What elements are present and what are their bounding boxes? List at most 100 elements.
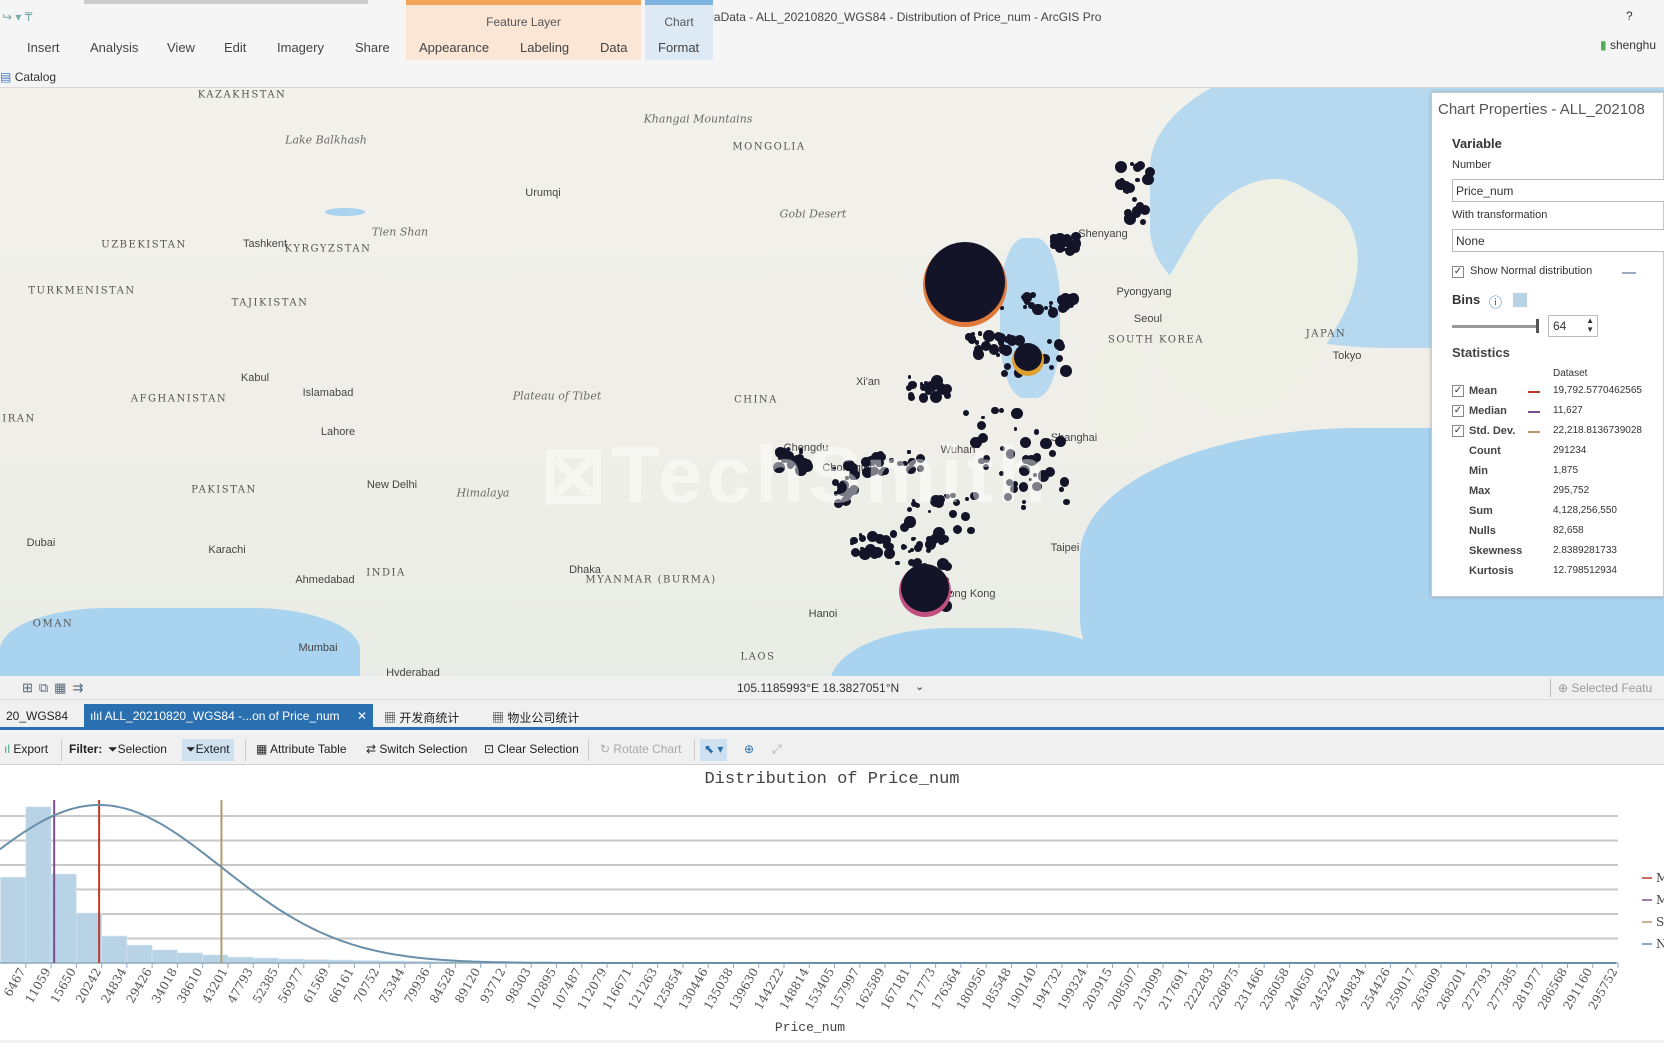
- bins-spinner[interactable]: 64▲▼: [1548, 315, 1598, 337]
- close-tab-icon[interactable]: ✕: [357, 709, 367, 723]
- data-point[interactable]: [1140, 205, 1150, 215]
- data-point[interactable]: [1011, 408, 1023, 420]
- tab-map-view[interactable]: 20_WGS84: [0, 704, 74, 728]
- data-point[interactable]: [1121, 181, 1131, 191]
- data-point[interactable]: [1145, 167, 1155, 177]
- data-point[interactable]: [973, 349, 981, 357]
- data-point[interactable]: [1069, 244, 1076, 251]
- data-point[interactable]: [916, 541, 923, 548]
- data-point[interactable]: [978, 331, 983, 336]
- data-point[interactable]: [1059, 487, 1063, 491]
- select-tool-button[interactable]: ⬉ ▾: [700, 739, 727, 761]
- bins-slider-thumb[interactable]: [1536, 319, 1539, 333]
- tab-data[interactable]: Data: [600, 40, 627, 55]
- data-point[interactable]: [911, 537, 915, 541]
- data-point[interactable]: [999, 341, 1004, 346]
- data-point[interactable]: [890, 530, 898, 538]
- bin-color-swatch[interactable]: [1513, 293, 1527, 307]
- data-point[interactable]: [1001, 370, 1008, 377]
- bins-slider[interactable]: [1452, 325, 1538, 328]
- clear-selection-button[interactable]: ⊡ Clear Selection: [480, 739, 583, 761]
- data-point[interactable]: [900, 523, 909, 532]
- data-point[interactable]: [931, 375, 943, 387]
- data-point[interactable]: [908, 550, 912, 554]
- user-account[interactable]: ▮ shenghu: [1600, 38, 1656, 52]
- data-point[interactable]: [1135, 178, 1140, 183]
- tab-view[interactable]: View: [167, 40, 195, 55]
- tab-insert[interactable]: Insert: [27, 40, 60, 55]
- stat-checkbox[interactable]: ✓: [1452, 405, 1464, 417]
- switch-selection-button[interactable]: ⇄ Switch Selection: [362, 739, 471, 761]
- tab-analysis[interactable]: Analysis: [90, 40, 138, 55]
- full-extent-icon[interactable]: ⤢: [768, 739, 786, 761]
- data-point[interactable]: [1050, 235, 1061, 246]
- data-point[interactable]: [871, 547, 882, 558]
- data-point[interactable]: [850, 537, 858, 545]
- catalog-pane-tab[interactable]: ▤ Catalog: [0, 70, 56, 84]
- data-point[interactable]: [1067, 294, 1072, 299]
- filter-selection-button[interactable]: ⏷Selection: [104, 739, 171, 761]
- map-tools-icons[interactable]: ⊞⧉▦⇉: [22, 680, 89, 696]
- data-point[interactable]: [1047, 339, 1052, 344]
- data-point[interactable]: [877, 534, 880, 537]
- stat-checkbox[interactable]: ✓: [1452, 425, 1464, 437]
- data-point[interactable]: [906, 385, 912, 391]
- data-point[interactable]: [908, 375, 912, 379]
- data-point[interactable]: [1063, 499, 1069, 505]
- zoom-in-icon[interactable]: ⊕: [740, 739, 758, 761]
- data-point[interactable]: [908, 394, 915, 401]
- data-point[interactable]: [851, 548, 860, 557]
- data-point[interactable]: [1056, 355, 1063, 362]
- data-point[interactable]: [919, 393, 929, 403]
- data-point[interactable]: [908, 559, 915, 566]
- tab-labeling[interactable]: Labeling: [520, 40, 569, 55]
- data-point[interactable]: [1140, 219, 1146, 225]
- tab-edit[interactable]: Edit: [224, 40, 246, 55]
- tab-appearance[interactable]: Appearance: [419, 40, 489, 55]
- data-point-large[interactable]: [901, 564, 949, 612]
- data-point[interactable]: [989, 344, 999, 354]
- tab-share[interactable]: Share: [355, 40, 390, 55]
- data-point[interactable]: [1030, 292, 1036, 298]
- data-point[interactable]: [981, 416, 985, 420]
- transformation-select[interactable]: None: [1452, 229, 1664, 252]
- attribute-table-button[interactable]: ▦ Attribute Table: [252, 739, 351, 761]
- data-point[interactable]: [895, 561, 900, 566]
- data-point[interactable]: [1060, 477, 1070, 487]
- data-point[interactable]: [963, 410, 969, 416]
- data-point-large[interactable]: [1014, 343, 1042, 371]
- data-point[interactable]: [1124, 209, 1132, 217]
- data-point[interactable]: [1055, 436, 1066, 447]
- tab-format[interactable]: Format: [658, 40, 699, 55]
- rotate-chart-button[interactable]: ↻ Rotate Chart: [596, 739, 685, 761]
- info-icon[interactable]: ⓘ: [1489, 292, 1502, 311]
- data-point[interactable]: [999, 408, 1004, 413]
- coordinate-chevron-icon[interactable]: ⌄: [915, 680, 924, 693]
- data-point[interactable]: [1133, 163, 1142, 172]
- help-button[interactable]: ?: [1626, 9, 1633, 23]
- selected-features-button[interactable]: ⊕ Selected Featu: [1558, 681, 1652, 695]
- data-point[interactable]: [1132, 197, 1137, 202]
- data-point[interactable]: [968, 335, 976, 343]
- tab-developer-stats[interactable]: ▦ 开发商统计: [378, 704, 465, 728]
- histogram-chart[interactable]: Distribution of Price_num646711059156502…: [0, 765, 1664, 1040]
- data-point[interactable]: [953, 525, 962, 534]
- spinner-arrows-icon[interactable]: ▲▼: [1586, 316, 1594, 334]
- data-point[interactable]: [1115, 161, 1127, 173]
- data-point[interactable]: [1034, 305, 1043, 314]
- data-point[interactable]: [1060, 365, 1072, 377]
- export-button[interactable]: ıl Export: [0, 739, 52, 761]
- data-point[interactable]: [902, 545, 906, 549]
- tab-chart-view[interactable]: ılıl ALL_20210820_WGS84 -...on of Price_…: [84, 704, 373, 728]
- data-point[interactable]: [926, 548, 931, 553]
- data-point[interactable]: [1021, 295, 1025, 299]
- data-point[interactable]: [1004, 363, 1011, 370]
- map-view[interactable]: KAZAKHSTANMONGOLIAUZBEKISTANKYRGYZSTANTU…: [0, 88, 1664, 676]
- data-point[interactable]: [1049, 450, 1056, 457]
- number-field-select[interactable]: Price_num: [1452, 179, 1664, 202]
- filter-extent-button[interactable]: ⏷Extent: [182, 739, 234, 761]
- data-point[interactable]: [1000, 306, 1003, 309]
- show-normal-checkbox[interactable]: ✓: [1452, 266, 1464, 278]
- data-point[interactable]: [1048, 307, 1058, 317]
- data-point[interactable]: [1004, 336, 1012, 344]
